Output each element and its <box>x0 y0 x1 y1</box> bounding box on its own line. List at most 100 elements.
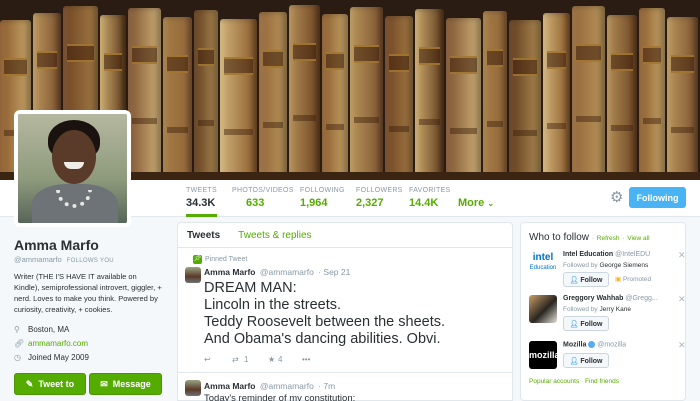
wtf-account[interactable]: Mozilla @mozilla <box>563 341 626 348</box>
wtf-followed-by: Followed by George Siemens <box>563 262 648 269</box>
retweet-icon[interactable]: ⇄ <box>232 355 244 364</box>
close-icon[interactable]: ✕ <box>678 340 686 351</box>
profile-location: ⚲ Boston, MA <box>14 322 166 336</box>
profile-card: Amma Marfo @ammamarfo FOLLOWS YOU Writer… <box>14 237 166 364</box>
tab-tweets-replies[interactable]: Tweets & replies <box>238 230 311 241</box>
stat-label: PHOTOS/VIDEOS <box>232 187 294 194</box>
tweet-line: DREAM MAN: <box>204 280 297 296</box>
tweet-line: And Obama's dancing abilities. Obvi. <box>204 331 441 347</box>
view-all-link[interactable]: View all <box>627 235 649 242</box>
tweet-divider <box>178 372 512 373</box>
stat-label: FOLLOWERS <box>356 187 403 194</box>
tweet-author[interactable]: Amma Marfo <box>204 267 255 277</box>
book-spine <box>162 17 193 180</box>
more-icon[interactable]: ••• <box>302 355 310 364</box>
gear-icon[interactable]: ⚙ <box>610 190 626 206</box>
book-spine <box>638 8 665 180</box>
tweet-header: Amma Marfo @ammamarfo · Sep 21 <box>204 267 350 277</box>
wtf-account-name: Greggory Wahhab <box>563 295 624 302</box>
wtf-account-handle: @Gregg... <box>625 295 658 302</box>
more-menu[interactable]: More ⌄ <box>458 197 494 209</box>
followed-by-prefix: Followed by <box>563 306 598 313</box>
wtf-account-handle: @mozilla <box>597 341 627 349</box>
website-text[interactable]: ammamarfo.com <box>28 339 88 348</box>
message-icon: ✉ <box>100 378 108 389</box>
book-spine <box>194 10 219 180</box>
profile-actions: ✎ Tweet to ✉ Message <box>14 373 162 395</box>
stat-value: 633 <box>246 197 265 209</box>
stat-tweets[interactable]: TWEETS 34.3K <box>186 184 217 217</box>
wtf-account[interactable]: Greggory Wahhab @Gregg... <box>563 295 658 302</box>
close-icon[interactable]: ✕ <box>678 250 686 261</box>
reply-icon[interactable]: ↩ <box>204 355 232 364</box>
wtf-account-name: Mozilla <box>563 341 587 349</box>
close-icon[interactable]: ✕ <box>678 294 686 305</box>
following-button[interactable]: Following <box>629 187 686 208</box>
stat-label: TWEETS <box>186 187 217 194</box>
tweet-text: DREAM MAN: Lincoln in the streets. Teddy… <box>204 280 504 348</box>
book-spine <box>350 7 384 180</box>
tab-tweets[interactable]: Tweets <box>187 230 220 241</box>
intel-logo-text: intel <box>532 252 554 263</box>
tweet-handle[interactable]: @ammamarfo <box>260 381 314 391</box>
tweet-handle[interactable]: @ammamarfo <box>260 267 314 277</box>
intel-logo[interactable]: intel Education <box>529 251 557 279</box>
stat-label: FAVORITES <box>409 187 451 194</box>
promoted-icon: ▣ <box>615 276 622 283</box>
tweet-time[interactable]: · 7m <box>318 381 335 391</box>
book-spine <box>127 8 161 180</box>
book-spine <box>446 18 482 180</box>
promoted-label: Promoted <box>622 276 652 283</box>
stat-favorites[interactable]: FAVORITES 14.4K <box>409 184 450 217</box>
profile-meta: ⚲ Boston, MA 🔗︎ ammamarfo.com ◷ Joined M… <box>14 322 166 364</box>
avatar[interactable] <box>14 110 131 227</box>
follow-label: Follow <box>580 320 603 328</box>
followed-by-name[interactable]: Jerry Kane <box>600 306 631 313</box>
follow-button[interactable]: 👤︎ Follow <box>563 272 609 287</box>
location-text: Boston, MA <box>28 324 70 334</box>
profile-handle-row: @ammamarfo FOLLOWS YOU <box>14 255 166 264</box>
wtf-item: mozilla Mozilla @mozilla 👤︎ Follow ✕ <box>529 340 686 377</box>
wtf-footer: Popular accounts · Find friends <box>529 378 619 385</box>
verified-icon <box>588 341 596 348</box>
book-spine <box>322 14 349 180</box>
popular-accounts-link[interactable]: Popular accounts <box>529 378 579 385</box>
followed-by-name[interactable]: George Siemens <box>600 262 649 269</box>
mozilla-logo[interactable]: mozilla <box>529 341 560 369</box>
pin-icon: 📌︎ <box>193 255 202 264</box>
wtf-item: intel Education Intel Education @IntelED… <box>529 250 686 291</box>
book-spine <box>607 15 637 180</box>
book-spine <box>509 20 541 180</box>
stat-followers[interactable]: FOLLOWERS 2,327 <box>356 184 403 217</box>
tweet-time[interactable]: · Sep 21 <box>318 267 350 277</box>
link-icon: 🔗︎ <box>14 338 25 348</box>
tweet-to-button[interactable]: ✎ Tweet to <box>14 373 86 395</box>
follow-label: Follow <box>580 357 603 365</box>
wtf-account[interactable]: Intel Education @IntelEDU <box>563 251 650 258</box>
tweet-avatar[interactable] <box>185 267 201 283</box>
promoted-badge: ▣ Promoted <box>615 275 651 283</box>
stat-following[interactable]: FOLLOWING 1,964 <box>300 184 345 217</box>
wtf-avatar[interactable] <box>529 295 557 323</box>
message-button[interactable]: ✉ Message <box>89 373 162 395</box>
profile-website[interactable]: 🔗︎ ammamarfo.com <box>14 336 166 350</box>
compose-icon: ✎ <box>25 378 34 389</box>
followed-by-prefix: Followed by <box>563 262 598 269</box>
stat-value: 34.3K <box>186 197 216 209</box>
tweet-author[interactable]: Amma Marfo <box>204 381 255 391</box>
find-friends-link[interactable]: Find friends <box>585 378 619 385</box>
profile-joined: ◷ Joined May 2009 <box>14 350 166 364</box>
profile-name[interactable]: Amma Marfo <box>14 237 166 253</box>
wtf-header: Who to follow · Refresh · View all <box>529 232 650 243</box>
tweet-avatar[interactable] <box>185 380 201 396</box>
wtf-item: Greggory Wahhab @Gregg... Followed by Je… <box>529 294 686 335</box>
profile-handle[interactable]: @ammamarfo <box>14 255 62 264</box>
follow-button[interactable]: 👤︎ Follow <box>563 353 609 368</box>
tweet-line: Lincoln in the streets. <box>204 297 342 313</box>
who-to-follow: Who to follow · Refresh · View all intel… <box>520 222 686 401</box>
tweet-text: Today's reminder of my constitution: <box>204 393 356 401</box>
follow-button[interactable]: 👤︎ Follow <box>563 316 609 331</box>
refresh-link[interactable]: Refresh <box>597 235 620 242</box>
favorite-icon[interactable]: ★ <box>268 355 278 364</box>
stat-photos-videos[interactable]: PHOTOS/VIDEOS 633 <box>232 184 294 217</box>
